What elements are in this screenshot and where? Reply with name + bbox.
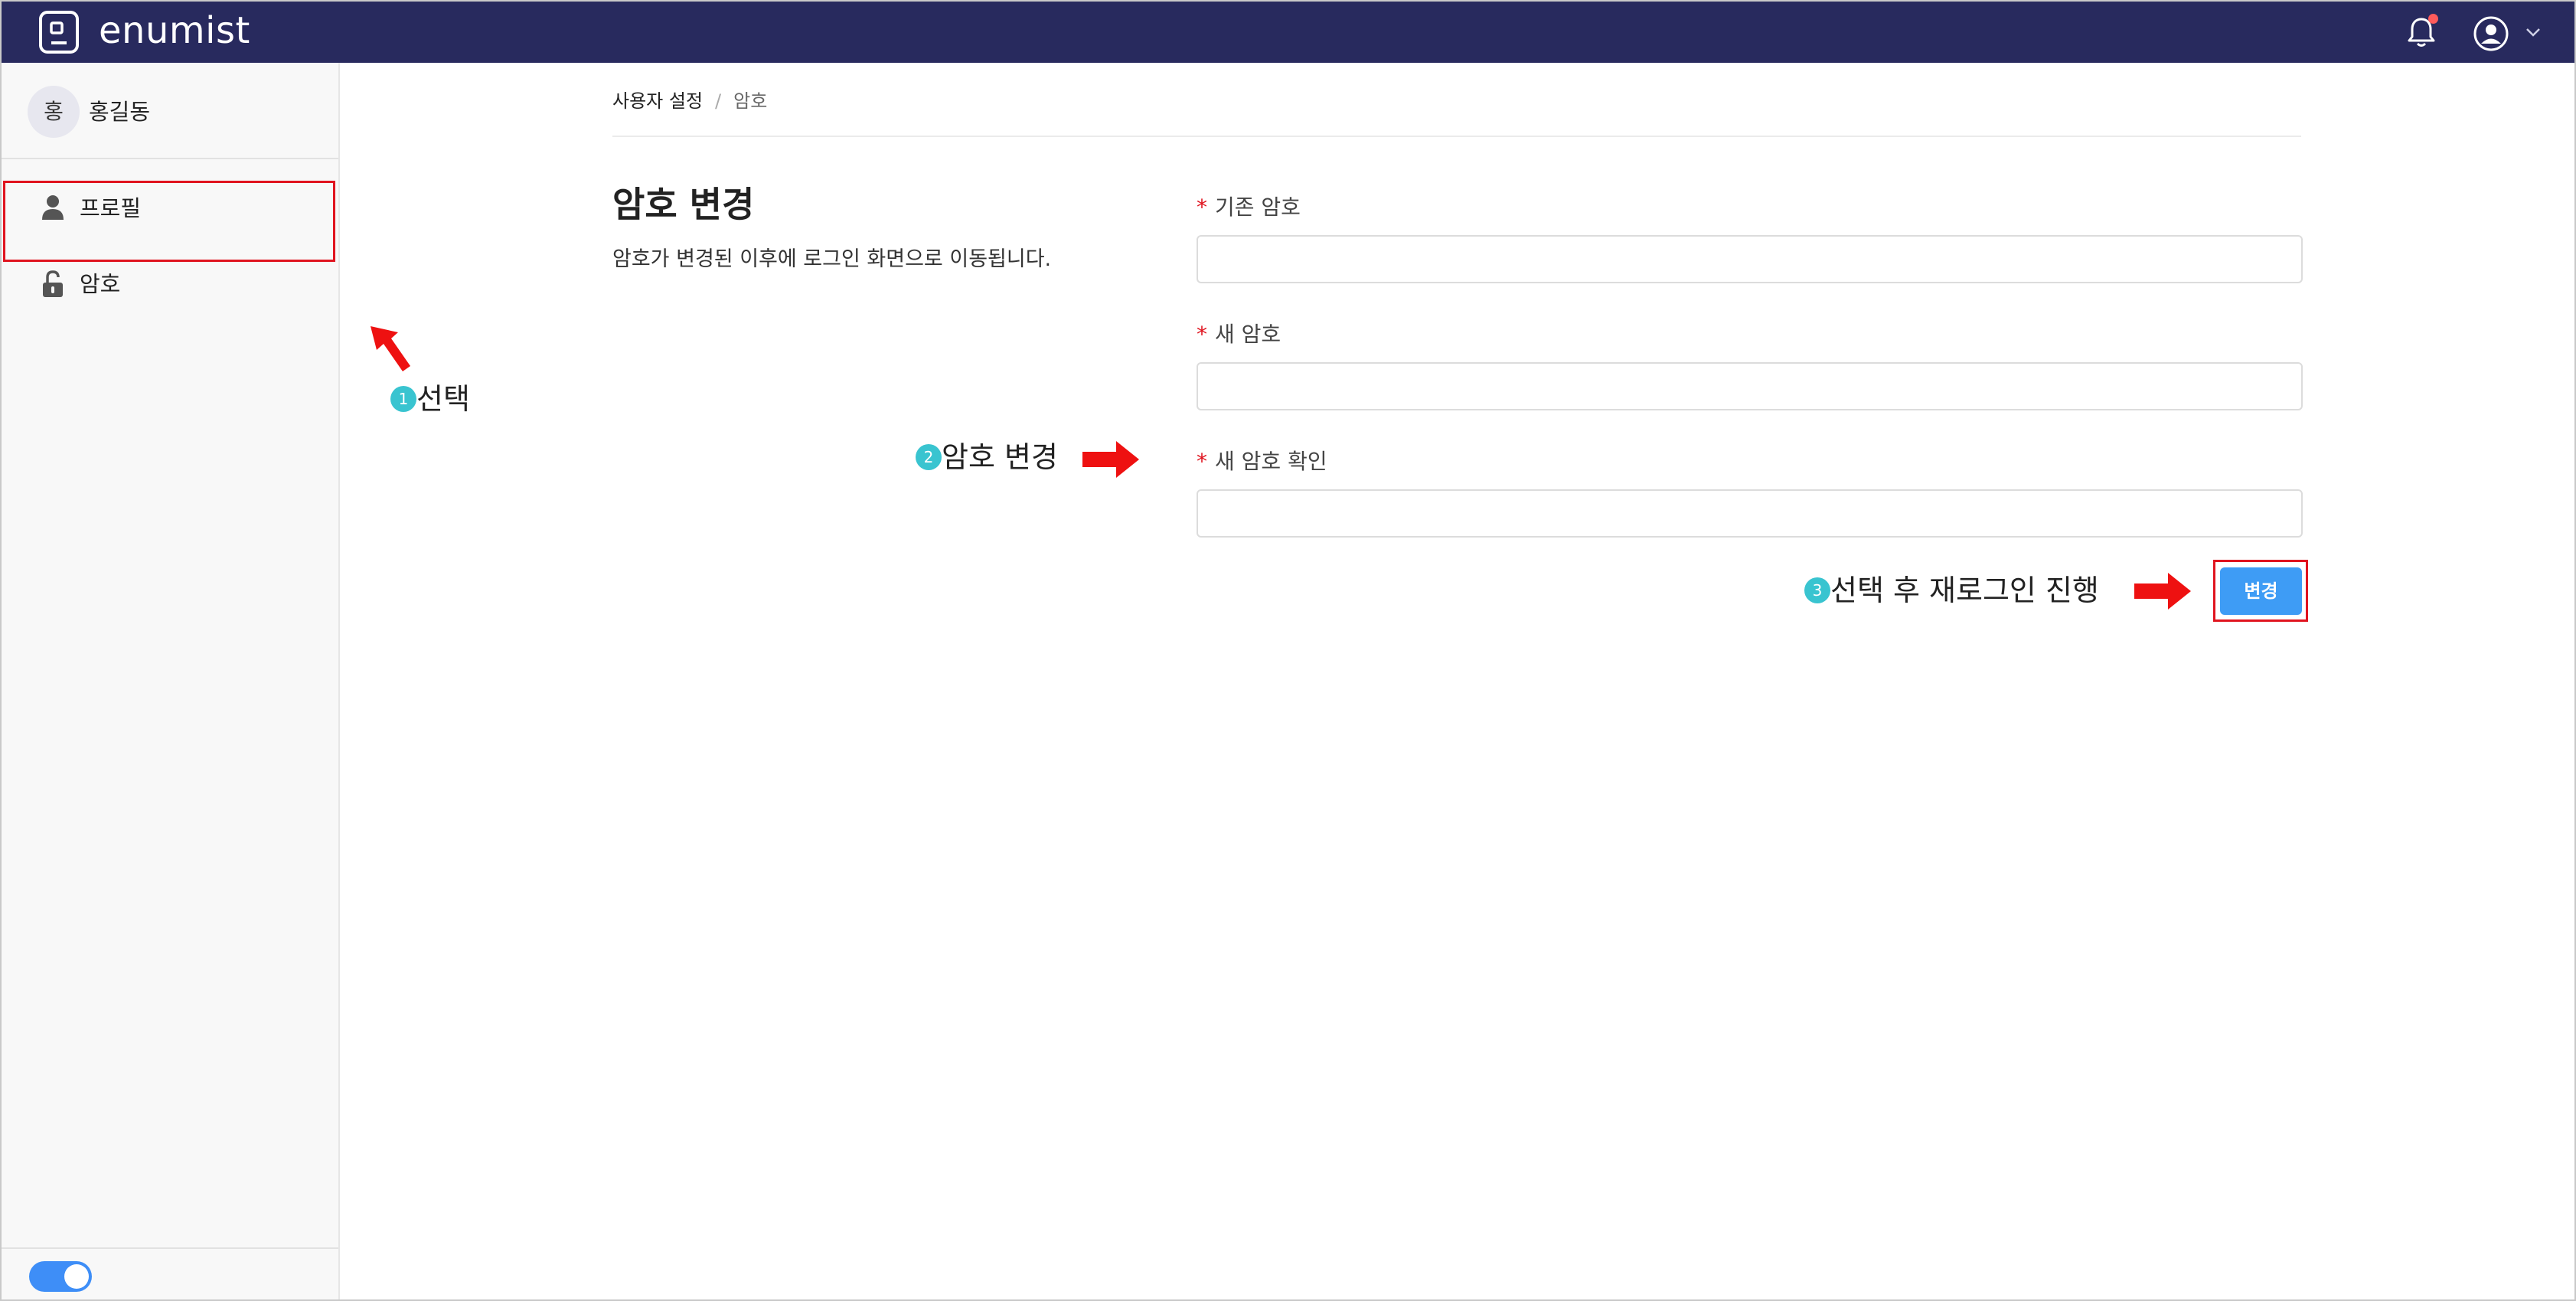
annotation-arrow-right-icon <box>1082 440 1141 482</box>
confirm-password-label: * 새 암호 확인 <box>1197 447 1327 476</box>
step-number-badge: 1 <box>390 385 416 412</box>
user-name: 홍길동 <box>89 99 151 125</box>
label-text: 새 암호 <box>1215 322 1281 347</box>
sidebar-item-label: 암호 <box>80 271 121 297</box>
avatar: 홍 <box>28 86 80 138</box>
required-mark: * <box>1197 449 1207 474</box>
highlight-box-password <box>3 181 335 262</box>
user-avatar-icon[interactable] <box>2473 15 2509 55</box>
annotation-step-2: 2 암호 변경 <box>916 439 1058 476</box>
annotation-arrow-up-left-icon <box>367 323 415 378</box>
annotation-step-1: 1 선택 <box>390 381 470 417</box>
brand-name[interactable]: enumist <box>99 8 250 54</box>
breadcrumb-separator: / <box>715 90 722 112</box>
breadcrumb-current: 암호 <box>733 90 768 112</box>
chevron-down-icon[interactable] <box>2525 26 2542 41</box>
required-mark: * <box>1197 194 1207 220</box>
new-password-input[interactable] <box>1197 362 2303 410</box>
step-number-badge: 3 <box>1804 577 1830 603</box>
breadcrumb-root[interactable]: 사용자 설정 <box>612 90 703 112</box>
annotation-text: 선택 <box>416 382 470 416</box>
page-description: 암호가 변경된 이후에 로그인 화면으로 이동됩니다. <box>612 247 1052 271</box>
annotation-text: 선택 후 재로그인 진행 <box>1830 574 2099 607</box>
app-window: enumist 홍 홍길동 프로필 암호 사용자 설정 / 암호 암호 변경 암… <box>0 0 2576 1301</box>
sidebar-user-profile: 홍 홍길동 <box>2 63 338 159</box>
confirm-password-input[interactable] <box>1197 489 2303 538</box>
annotation-arrow-right-icon <box>2134 571 2192 614</box>
breadcrumb: 사용자 설정 / 암호 <box>612 89 767 113</box>
page-title: 암호 변경 <box>612 184 755 225</box>
sidebar-footer <box>2 1247 338 1299</box>
new-password-label: * 새 암호 <box>1197 320 1281 349</box>
annotation-text: 암호 변경 <box>942 440 1058 474</box>
theme-toggle[interactable] <box>29 1261 92 1292</box>
unlock-icon <box>41 270 64 301</box>
label-text: 기존 암호 <box>1215 194 1301 220</box>
change-password-button[interactable]: 변경 <box>2220 567 2302 615</box>
top-bar: enumist <box>2 2 2574 63</box>
current-password-input[interactable] <box>1197 235 2303 283</box>
notification-dot <box>2428 14 2438 24</box>
required-mark: * <box>1197 322 1207 347</box>
label-text: 새 암호 확인 <box>1215 449 1327 474</box>
annotation-step-3: 3 선택 후 재로그인 진행 <box>1804 572 2099 609</box>
enumist-logo-icon[interactable] <box>37 10 83 59</box>
step-number-badge: 2 <box>916 443 942 470</box>
divider <box>612 136 2301 137</box>
toggle-knob <box>64 1264 89 1289</box>
current-password-label: * 기존 암호 <box>1197 193 1301 222</box>
